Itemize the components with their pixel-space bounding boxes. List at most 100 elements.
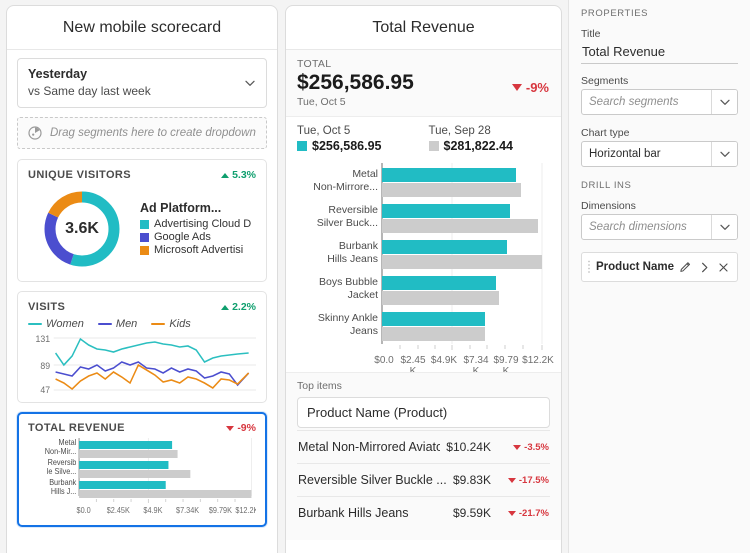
top-items-label: Top items <box>297 380 342 393</box>
title-field-label: Title <box>581 28 601 40</box>
legend-swatch-icon <box>140 245 149 255</box>
properties-panel: PROPERTIES Title Segments Chart type Hor… <box>568 0 750 553</box>
svg-text:Skinny Ankle: Skinny Ankle <box>318 312 378 324</box>
legend-line-icon <box>151 322 166 326</box>
chart-type-field-label: Chart type <box>581 127 630 139</box>
arrow-down-icon <box>513 444 522 450</box>
svg-text:Burbank: Burbank <box>339 240 379 252</box>
top-item-value: $10.24K <box>446 440 491 455</box>
date-range-main: Yesterday <box>28 67 88 81</box>
drag-handle-icon[interactable] <box>586 259 592 275</box>
svg-text:Reversib: Reversib <box>48 458 77 467</box>
metric-delta-value: 2.2% <box>232 301 256 314</box>
chevron-down-icon <box>719 224 730 230</box>
top-items-row[interactable]: Reversible Silver Buckle ... $9.83K -17.… <box>297 463 550 496</box>
svg-text:$9.79K: $9.79K <box>209 506 233 515</box>
top-item-delta: -3.5% <box>497 442 549 453</box>
legend-swatch-icon <box>140 219 149 229</box>
chart-type-select[interactable]: Horizontal bar <box>581 141 738 167</box>
svg-text:$0.0: $0.0 <box>374 355 394 366</box>
top-items-section: Top items Product Name (Product) Metal N… <box>286 372 561 541</box>
svg-text:$0.0: $0.0 <box>77 506 91 515</box>
top-item-name: Metal Non-Mirrored Aviator Sunglasses <box>298 440 440 455</box>
metric-detail-panel: Total Revenue TOTAL $256,586.95 Tue, Oct… <box>285 0 568 553</box>
metric-card-total-revenue[interactable]: TOTAL REVENUE -9% Metal Non-Mir... Rever… <box>17 412 267 528</box>
svg-text:Boys Bubble: Boys Bubble <box>319 276 378 288</box>
top-item-delta-value: -21.7% <box>518 507 549 519</box>
legend-swatch-icon <box>140 232 149 242</box>
close-icon[interactable] <box>716 260 731 275</box>
donut-legend-title: Ad Platform... <box>140 201 222 216</box>
svg-text:Hills J...: Hills J... <box>51 487 76 496</box>
segments-dropdown-button[interactable] <box>711 90 737 114</box>
legend-label: Kids <box>169 318 191 331</box>
dimensions-dropdown-button[interactable] <box>711 215 737 239</box>
svg-text:Non-Mir...: Non-Mir... <box>45 447 77 456</box>
top-item-value: $9.83K <box>452 473 491 488</box>
chart-type-value: Horizontal bar <box>589 148 661 160</box>
arrow-down-icon <box>507 510 516 516</box>
svg-text:Non-Mirrore...: Non-Mirrore... <box>313 181 378 193</box>
donut-legend: Ad Platform... Advertising Cloud D Googl… <box>136 201 256 257</box>
detail-total-section: TOTAL $256,586.95 Tue, Oct 5 -9% <box>286 50 561 118</box>
dimensions-combobox[interactable] <box>581 214 738 240</box>
svg-text:le Silve...: le Silve... <box>47 467 77 476</box>
svg-text:Jacket: Jacket <box>348 289 378 301</box>
legend-swatch-icon <box>428 141 439 152</box>
metric-title: TOTAL REVENUE <box>28 422 125 435</box>
top-item-value: $9.59K <box>452 506 491 521</box>
arrow-up-icon <box>221 172 230 178</box>
scorecard-title: New mobile scorecard <box>7 6 277 50</box>
drill-in-chip-product-name[interactable]: Product Name <box>581 252 738 282</box>
comparison-date: Tue, Oct 5 <box>297 125 351 138</box>
svg-text:$7.34: $7.34 <box>463 355 488 366</box>
metric-header: TOTAL REVENUE -9% <box>28 422 256 434</box>
scorecard-body: Yesterday vs Same day last week Drag seg… <box>7 50 277 528</box>
legend-label: Men <box>115 318 138 331</box>
legend-label: Microsoft Advertisi <box>154 244 244 257</box>
legend-label: Advertising Cloud D <box>154 218 252 231</box>
segments-field-label: Segments <box>581 75 629 87</box>
line-chart-legend: Women Men Kids <box>28 318 256 330</box>
metric-delta-value: -9% <box>237 422 256 435</box>
chevron-right-icon[interactable] <box>697 260 712 275</box>
top-item-delta: -17.5% <box>497 475 549 486</box>
svg-text:$4.9K: $4.9K <box>431 355 457 366</box>
chart-type-dropdown-button[interactable] <box>711 142 737 166</box>
legend-item: Microsoft Advertisi <box>140 244 256 256</box>
svg-text:Burbank: Burbank <box>49 478 76 487</box>
legend-item: Kids <box>151 318 191 331</box>
segments-combobox[interactable] <box>581 89 738 115</box>
arrow-up-icon <box>221 304 230 310</box>
top-items-row[interactable]: Metal Non-Mirrored Aviator Sunglasses $1… <box>297 430 550 463</box>
svg-text:$2.45K: $2.45K <box>107 506 131 515</box>
metric-header: UNIQUE VISITORS 5.3% <box>28 169 256 181</box>
metric-detail-card: Total Revenue TOTAL $256,586.95 Tue, Oct… <box>285 5 562 553</box>
legend-line-icon <box>28 322 42 326</box>
top-items-dimension-select[interactable]: Product Name (Product) <box>297 397 550 429</box>
svg-text:Jeans: Jeans <box>350 325 378 337</box>
scorecard: New mobile scorecard Yesterday vs Same d… <box>6 5 278 553</box>
comparison-value: $256,586.95 <box>312 139 382 154</box>
metric-card-unique-visitors[interactable]: UNIQUE VISITORS 5.3% 3.6K Ad Platform...… <box>17 159 267 283</box>
donut-chart-row: 3.6K Ad Platform... Advertising Cloud D … <box>28 185 256 273</box>
date-range-comparison: vs Same day last week <box>28 83 151 98</box>
arrow-down-icon <box>226 425 235 431</box>
svg-text:131: 131 <box>36 334 51 344</box>
date-range-selector[interactable]: Yesterday vs Same day last week <box>17 58 267 109</box>
top-items-row[interactable]: Burbank Hills Jeans $9.59K -21.7% <box>297 496 550 529</box>
metric-title: VISITS <box>28 301 66 314</box>
segment-dropzone-placeholder: Drag segments here to create dropdown <box>50 127 256 140</box>
edit-pencil-icon[interactable] <box>678 260 693 275</box>
dimensions-search-input[interactable] <box>582 215 711 239</box>
title-input[interactable] <box>581 42 738 64</box>
segment-dropzone[interactable]: Drag segments here to create dropdown <box>17 117 267 150</box>
svg-text:$9.79: $9.79 <box>493 355 518 366</box>
visits-line-chart: 131 89 47 <box>36 334 256 394</box>
comparison-date: Tue, Sep 28 <box>428 125 491 138</box>
total-delta: -9% <box>511 80 549 95</box>
total-date: Tue, Oct 5 <box>297 96 346 109</box>
metric-card-visits[interactable]: VISITS 2.2% Women Men Kids 131 89 47 <box>17 291 267 404</box>
segments-search-input[interactable] <box>582 90 711 114</box>
chevron-down-icon <box>244 77 256 89</box>
